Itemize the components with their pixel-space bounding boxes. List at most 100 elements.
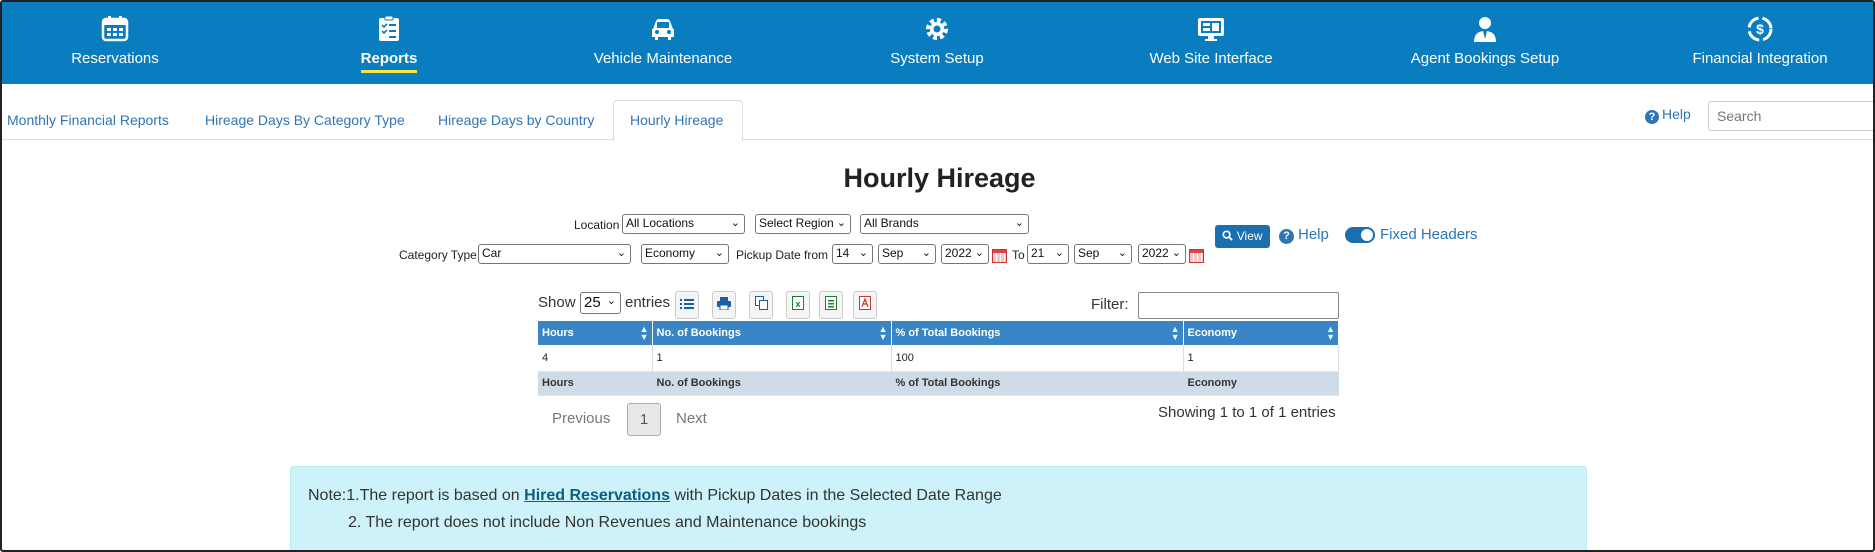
chevron-down-icon: ⌄ bbox=[836, 217, 846, 229]
nav-label: Reports bbox=[360, 50, 418, 73]
nav-agent-bookings-setup[interactable]: Agent Bookings Setup bbox=[1385, 14, 1585, 70]
report-note: Note:1.The report is based on Hired Rese… bbox=[290, 466, 1587, 550]
agent-icon bbox=[1474, 17, 1496, 42]
print-icon bbox=[717, 297, 731, 311]
nav-system-setup[interactable]: System Setup bbox=[837, 14, 1037, 70]
calendar-picker-icon[interactable] bbox=[1189, 249, 1204, 263]
excel-icon: x bbox=[792, 296, 804, 310]
report-help-link[interactable]: ? Help bbox=[1279, 226, 1329, 244]
help-icon: ? bbox=[1279, 229, 1294, 244]
footer-cell: No. of Bookings bbox=[652, 371, 892, 396]
help-icon: ? bbox=[1645, 110, 1659, 124]
previous-page-button[interactable]: Previous bbox=[552, 410, 610, 427]
from-month-select[interactable]: Sep ⌄ bbox=[878, 244, 936, 264]
footer-cell: Hours bbox=[538, 371, 653, 396]
app-window: Reservations Reports Vehicle Maintenance bbox=[0, 0, 1875, 552]
gear-icon bbox=[926, 18, 948, 40]
tab-hireage-days-by-category-type[interactable]: Hireage Days By Category Type bbox=[205, 112, 405, 128]
export-excel-button[interactable]: x bbox=[786, 291, 810, 319]
nav-label: Web Site Interface bbox=[1149, 50, 1273, 67]
sort-icon: ▲ ▼ bbox=[1170, 324, 1180, 342]
tab-hireage-days-by-country[interactable]: Hireage Days by Country bbox=[438, 112, 594, 128]
nav-label: Financial Integration bbox=[1692, 50, 1828, 67]
category-select[interactable]: Economy ⌄ bbox=[641, 244, 729, 264]
chevron-down-icon: ⌄ bbox=[1117, 247, 1127, 259]
column-header-bookings[interactable]: No. of Bookings ▲ ▼ bbox=[652, 321, 892, 345]
table-cell: 100 bbox=[891, 345, 1184, 372]
copy-button[interactable] bbox=[749, 291, 773, 319]
to-label: To bbox=[1012, 248, 1025, 262]
nav-label: Vehicle Maintenance bbox=[593, 50, 733, 67]
nav-financial-integration[interactable]: $ Financial Integration bbox=[1660, 14, 1860, 70]
list-icon bbox=[680, 299, 694, 309]
page-1-button[interactable]: 1 bbox=[627, 403, 661, 436]
chevron-down-icon: ⌄ bbox=[921, 247, 931, 259]
chevron-down-icon: ⌄ bbox=[1171, 247, 1181, 259]
report-table: Hours ▲ ▼ No. of Bookings ▲ ▼ % of Total Boo… bbox=[538, 321, 1339, 396]
region-select[interactable]: Select Region ⌄ bbox=[755, 214, 851, 234]
from-year-select[interactable]: 2022 ⌄ bbox=[941, 244, 989, 264]
car-icon bbox=[652, 19, 674, 40]
nav-label: Agent Bookings Setup bbox=[1410, 50, 1560, 67]
location-select[interactable]: All Locations ⌄ bbox=[622, 214, 745, 234]
column-visibility-button[interactable] bbox=[675, 291, 699, 319]
chevron-down-icon: ⌄ bbox=[1054, 247, 1064, 259]
chevron-down-icon: ⌄ bbox=[858, 247, 868, 259]
filter-label: Filter: bbox=[1091, 296, 1129, 313]
checklist-icon bbox=[379, 15, 399, 41]
print-button[interactable] bbox=[712, 291, 736, 319]
category-type-select[interactable]: Car ⌄ bbox=[478, 244, 631, 264]
column-header-hours[interactable]: Hours ▲ ▼ bbox=[538, 321, 653, 345]
show-label: Show bbox=[538, 294, 576, 311]
finance-icon: $ bbox=[1747, 16, 1773, 42]
filter-input[interactable] bbox=[1138, 292, 1339, 319]
table-cell: 1 bbox=[1183, 345, 1339, 372]
to-month-select[interactable]: Sep ⌄ bbox=[1074, 244, 1132, 264]
nav-reports[interactable]: Reports bbox=[289, 14, 489, 73]
table-footer-row: Hours No. of Bookings % of Total Booking… bbox=[538, 371, 1339, 396]
calendar-picker-icon[interactable] bbox=[992, 249, 1007, 263]
nav-reservations[interactable]: Reservations bbox=[15, 14, 215, 70]
tab-hourly-hireage[interactable]: Hourly Hireage bbox=[630, 112, 723, 128]
pdf-icon bbox=[859, 296, 871, 310]
search-icon bbox=[1222, 230, 1234, 241]
footer-cell: % of Total Bookings bbox=[891, 371, 1184, 396]
pickup-date-from-label: Pickup Date from bbox=[736, 248, 829, 262]
chevron-down-icon: ⌄ bbox=[730, 217, 740, 229]
column-header-economy[interactable]: Economy ▲ ▼ bbox=[1183, 321, 1339, 345]
monitor-icon bbox=[1198, 18, 1224, 41]
chevron-down-icon: ⌄ bbox=[616, 247, 626, 259]
fixed-headers-toggle[interactable] bbox=[1345, 227, 1375, 243]
csv-icon bbox=[825, 296, 837, 310]
column-header-percent[interactable]: % of Total Bookings ▲ ▼ bbox=[891, 321, 1184, 345]
export-pdf-button[interactable] bbox=[853, 291, 877, 319]
chevron-down-icon: ⌄ bbox=[1014, 217, 1024, 229]
search-input[interactable] bbox=[1708, 101, 1873, 131]
export-csv-button[interactable] bbox=[819, 291, 843, 319]
help-link[interactable]: ? Help bbox=[1645, 106, 1691, 124]
to-year-select[interactable]: 2022 ⌄ bbox=[1138, 244, 1186, 264]
sort-icon: ▲ ▼ bbox=[639, 324, 649, 342]
hired-reservations-link[interactable]: Hired Reservations bbox=[524, 487, 670, 504]
tab-monthly-financial-reports[interactable]: Monthly Financial Reports bbox=[7, 112, 169, 128]
sort-icon: ▲ ▼ bbox=[1326, 324, 1335, 342]
sort-icon: ▲ ▼ bbox=[878, 324, 888, 342]
brand-select[interactable]: All Brands ⌄ bbox=[860, 214, 1029, 234]
page-title: Hourly Hireage bbox=[843, 163, 1036, 193]
next-page-button[interactable]: Next bbox=[676, 410, 707, 427]
to-day-select[interactable]: 21 ⌄ bbox=[1027, 244, 1069, 264]
help-label: Help bbox=[1662, 106, 1691, 122]
entries-summary: Showing 1 to 1 of 1 entries bbox=[1158, 404, 1336, 421]
fixed-headers-label: Fixed Headers bbox=[1380, 226, 1478, 243]
nav-web-site-interface[interactable]: Web Site Interface bbox=[1111, 14, 1311, 70]
page-size-select[interactable]: 25 ⌄ bbox=[580, 292, 621, 314]
footer-cell: Economy bbox=[1183, 371, 1339, 396]
svg-text:$: $ bbox=[1756, 21, 1764, 37]
view-button[interactable]: View bbox=[1215, 225, 1270, 248]
table-cell: 4 bbox=[538, 345, 653, 372]
nav-vehicle-maintenance[interactable]: Vehicle Maintenance bbox=[563, 14, 763, 70]
from-day-select[interactable]: 14 ⌄ bbox=[832, 244, 873, 264]
nav-label: System Setup bbox=[890, 50, 984, 67]
svg-text:x: x bbox=[795, 299, 800, 309]
location-label: Location bbox=[574, 218, 620, 232]
